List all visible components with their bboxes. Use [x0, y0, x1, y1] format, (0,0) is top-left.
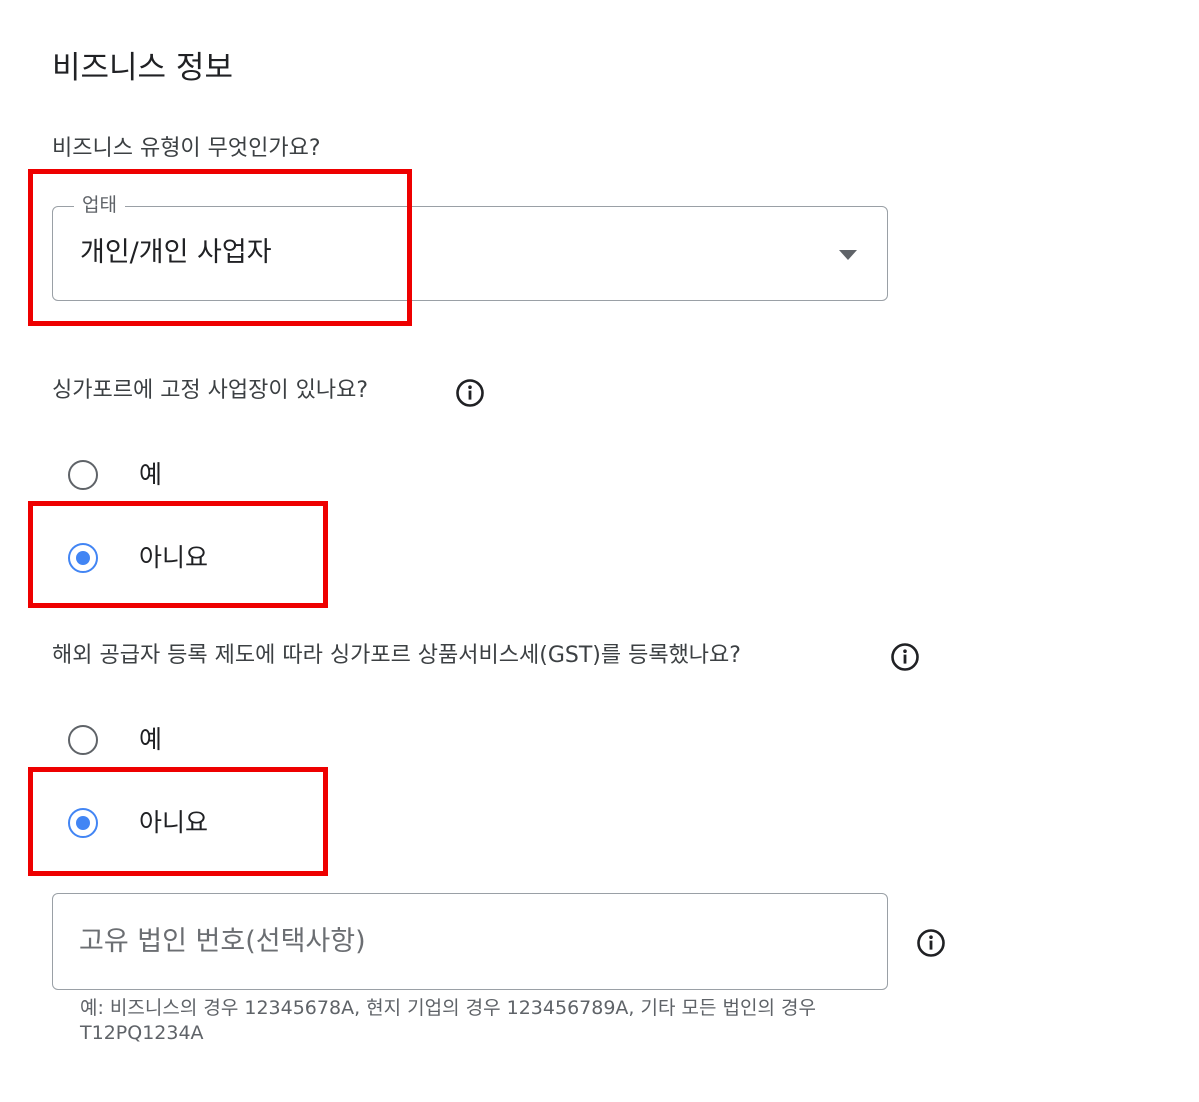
info-icon[interactable]	[454, 377, 486, 409]
radio-label: 아니요	[139, 808, 209, 837]
business-type-question: 비즈니스 유형이 무엇인가요?	[52, 136, 321, 161]
uen-helper-text: 예: 비즈니스의 경우 12345678A, 현지 기업의 경우 1234567…	[80, 997, 816, 1044]
business-type-selected-value[interactable]: 개인/개인 사업자	[80, 234, 272, 272]
radio-button-unchecked[interactable]	[68, 725, 98, 755]
arrow-drop-down-icon[interactable]	[838, 249, 858, 261]
gst-registration-option-no[interactable]: 아니요	[52, 795, 352, 851]
info-icon[interactable]	[889, 641, 921, 673]
radio-label: 아니요	[139, 543, 209, 572]
fixed-establishment-option-no[interactable]: 아니요	[52, 530, 352, 586]
radio-button-checked[interactable]	[68, 808, 98, 838]
radio-label: 예	[139, 725, 163, 754]
section-title: 비즈니스 정보	[52, 50, 233, 86]
gst-registration-question: 해외 공급자 등록 제도에 따라 싱가포르 상품서비스세(GST)를 등록했나요…	[52, 643, 741, 668]
fixed-establishment-question: 싱가포르에 고정 사업장이 있나요?	[52, 378, 369, 403]
gst-registration-option-yes[interactable]: 예	[52, 712, 352, 768]
radio-button-checked[interactable]	[68, 543, 98, 573]
fixed-establishment-option-yes[interactable]: 예	[52, 447, 352, 503]
radio-label: 예	[139, 460, 163, 489]
radio-button-unchecked[interactable]	[68, 460, 98, 490]
uen-input[interactable]	[52, 893, 888, 990]
info-icon[interactable]	[915, 927, 947, 959]
business-type-select-label: 업태	[74, 191, 125, 219]
